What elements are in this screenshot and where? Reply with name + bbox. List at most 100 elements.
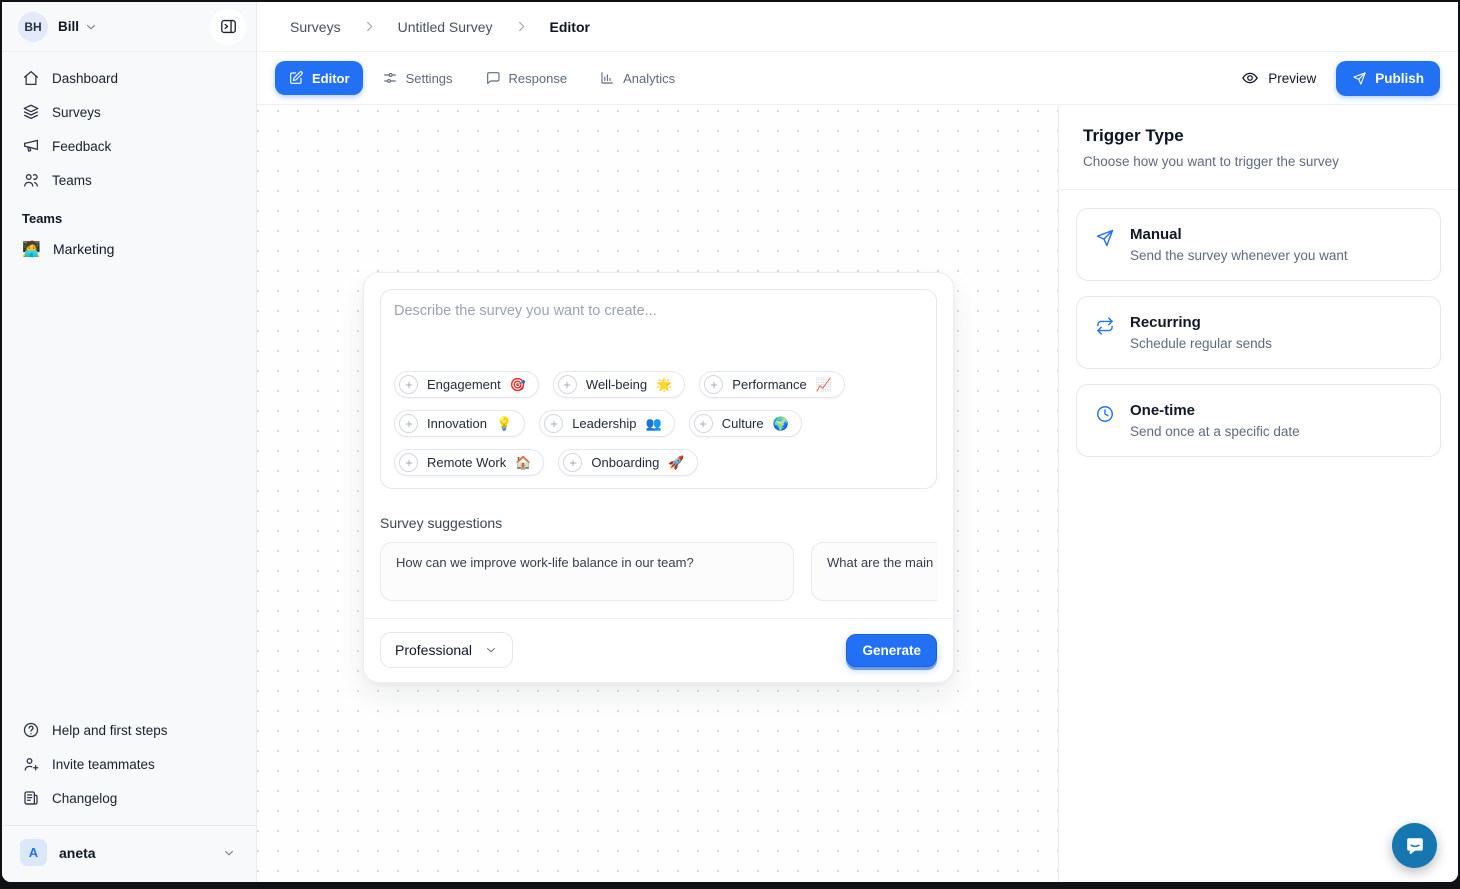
suggestion-card[interactable]: What are the main ob: [811, 542, 937, 601]
topic-chip[interactable]: Leadership 👥: [539, 410, 675, 437]
plus-icon: [558, 375, 577, 394]
sidebar-nav: Dashboard Surveys Feedback Teams: [2, 52, 256, 197]
trigger-option-title: One-time: [1130, 402, 1300, 419]
home-icon: [22, 69, 40, 87]
chip-label: Innovation: [427, 416, 487, 431]
workspace: Engagement 🎯 Well-being 🌟 Performance: [257, 105, 1458, 882]
topic-chip[interactable]: Engagement 🎯: [394, 371, 539, 398]
workspace-avatar: A: [20, 839, 47, 866]
chevron-down-icon: [222, 846, 236, 860]
topic-chip[interactable]: Innovation 💡: [394, 410, 525, 437]
trigger-option-card[interactable]: Manual Send the survey whenever you want: [1076, 208, 1441, 281]
suggestion-text: What are the main ob: [827, 555, 937, 570]
sliders-icon: [382, 70, 398, 86]
topic-chip[interactable]: Remote Work 🏠: [394, 449, 544, 476]
sidebar-nav-item[interactable]: Surveys: [14, 95, 244, 129]
tab-bar: Editor Settings Response Analytics: [275, 61, 688, 95]
chip-emoji: 🎯: [510, 377, 526, 393]
tone-select[interactable]: Professional: [380, 632, 513, 668]
generate-button[interactable]: Generate: [846, 634, 937, 667]
suggestion-card[interactable]: How can we improve work-life balance in …: [380, 542, 794, 601]
tab[interactable]: Editor: [275, 61, 363, 95]
tab-label: Response: [509, 71, 568, 86]
chip-emoji: 🌟: [656, 377, 672, 393]
sidebar-nav-item[interactable]: Feedback: [14, 129, 244, 163]
chat-bubble-smile-icon: [1404, 835, 1426, 857]
trigger-panel-header: Trigger Type Choose how you want to trig…: [1059, 105, 1458, 190]
trigger-panel-subtitle: Choose how you want to trigger the surve…: [1083, 154, 1434, 169]
workspace-name: aneta: [59, 845, 96, 861]
sidebar: BH Bill Dashboard Surveys Feedback: [2, 2, 257, 882]
plus-icon: [694, 414, 713, 433]
trigger-option-description: Schedule regular sends: [1130, 336, 1272, 351]
trigger-option-title: Recurring: [1130, 314, 1272, 331]
plus-icon: [399, 414, 418, 433]
sidebar-footer-item[interactable]: Help and first steps: [14, 713, 244, 747]
editor-canvas[interactable]: Engagement 🎯 Well-being 🌟 Performance: [257, 105, 1058, 882]
chip-label: Onboarding: [591, 455, 659, 470]
chip-label: Engagement: [427, 377, 501, 392]
breadcrumb-untitled-survey[interactable]: Untitled Survey: [398, 19, 493, 35]
chip-emoji: 🌍: [773, 416, 789, 432]
sidebar-nav-item[interactable]: Teams: [14, 163, 244, 197]
chevron-right-icon: [514, 19, 529, 34]
team-item[interactable]: 🧑‍💻 Marketing: [2, 232, 256, 266]
plus-icon: [544, 414, 563, 433]
collapse-sidebar-button[interactable]: [210, 9, 246, 45]
sidebar-item-label: Teams: [52, 173, 92, 188]
sidebar-item-label: Feedback: [52, 139, 111, 154]
tab[interactable]: Analytics: [586, 61, 688, 95]
trigger-option-card[interactable]: One-time Send once at a specific date: [1076, 384, 1441, 457]
sidebar-header: BH Bill: [2, 2, 256, 52]
tone-selected-value: Professional: [395, 642, 472, 658]
survey-composer-card: Engagement 🎯 Well-being 🌟 Performance: [363, 272, 954, 683]
sidebar-footer: Help and first steps Invite teammates Ch…: [2, 707, 256, 882]
chevron-down-icon[interactable]: [84, 20, 98, 34]
sidebar-footer-item[interactable]: Invite teammates: [14, 747, 244, 781]
sidebar-footer-item[interactable]: Changelog: [14, 781, 244, 815]
topic-chip[interactable]: Onboarding 🚀: [558, 449, 697, 476]
tab[interactable]: Settings: [369, 61, 466, 95]
breadcrumb-surveys[interactable]: Surveys: [290, 19, 341, 35]
sidebar-nav-item[interactable]: Dashboard: [14, 61, 244, 95]
chip-emoji: 📈: [816, 377, 832, 393]
suggestions-row: How can we improve work-life balance in …: [380, 542, 937, 601]
app-window: BH Bill Dashboard Surveys Feedback: [2, 2, 1458, 882]
megaphone-icon: [22, 137, 40, 155]
tab-label: Editor: [312, 71, 350, 86]
bar-chart-icon: [599, 70, 615, 86]
user-avatar[interactable]: BH: [18, 12, 48, 42]
chip-label: Performance: [732, 377, 806, 392]
workspace-switcher[interactable]: A aneta: [2, 825, 256, 874]
composer-footer: Professional Generate: [364, 618, 953, 682]
tab-label: Analytics: [623, 71, 675, 86]
chip-label: Well-being: [586, 377, 647, 392]
preview-button[interactable]: Preview: [1241, 69, 1316, 87]
trigger-option-card[interactable]: Recurring Schedule regular sends: [1076, 296, 1441, 369]
user-name[interactable]: Bill: [58, 19, 79, 34]
changelog-icon: [22, 789, 40, 807]
chip-label: Culture: [722, 416, 764, 431]
repeat-icon: [1095, 316, 1115, 336]
chat-launcher-button[interactable]: [1392, 823, 1437, 868]
topic-chip[interactable]: Culture 🌍: [689, 410, 802, 437]
plus-icon: [399, 375, 418, 394]
tab[interactable]: Response: [472, 61, 581, 95]
trigger-panel: Trigger Type Choose how you want to trig…: [1058, 105, 1458, 882]
survey-description-input[interactable]: [394, 303, 923, 371]
clock-icon: [1095, 404, 1115, 424]
chevron-down-icon: [484, 643, 498, 657]
suggestion-text: How can we improve work-life balance in …: [396, 555, 694, 570]
sidebar-footer-nav: Help and first steps Invite teammates Ch…: [14, 713, 244, 815]
preview-label: Preview: [1268, 71, 1316, 86]
chip-emoji: 🚀: [668, 455, 684, 471]
topic-chip[interactable]: Well-being 🌟: [553, 371, 685, 398]
publish-button[interactable]: Publish: [1336, 61, 1440, 96]
users-icon: [22, 171, 40, 189]
chat-bubble-icon: [485, 70, 501, 86]
edit-icon: [288, 70, 304, 86]
trigger-panel-title: Trigger Type: [1083, 126, 1434, 146]
topic-chip[interactable]: Performance 📈: [699, 371, 845, 398]
tab-label: Settings: [406, 71, 453, 86]
chevron-right-icon: [362, 19, 377, 34]
